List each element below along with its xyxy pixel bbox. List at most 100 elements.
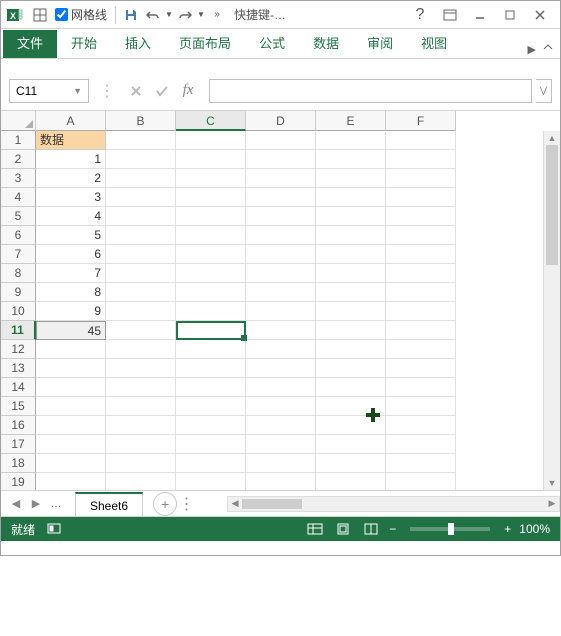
- cell-F10[interactable]: [386, 302, 456, 321]
- cell-D6[interactable]: [246, 226, 316, 245]
- name-box-dropdown-icon[interactable]: ▼: [73, 86, 82, 96]
- cell-F17[interactable]: [386, 435, 456, 454]
- tab-home[interactable]: 开始: [57, 30, 111, 58]
- cell-F16[interactable]: [386, 416, 456, 435]
- cell-B9[interactable]: [106, 283, 176, 302]
- cancel-formula-icon[interactable]: [125, 80, 147, 102]
- help-icon[interactable]: ?: [406, 4, 434, 26]
- cell-C17[interactable]: [176, 435, 246, 454]
- tab-insert[interactable]: 插入: [111, 30, 165, 58]
- cell-F4[interactable]: [386, 188, 456, 207]
- cell-F14[interactable]: [386, 378, 456, 397]
- row-header-4[interactable]: 4: [1, 188, 36, 207]
- cell-D3[interactable]: [246, 169, 316, 188]
- cell-B17[interactable]: [106, 435, 176, 454]
- cell-E3[interactable]: [316, 169, 386, 188]
- cell-C1[interactable]: [176, 131, 246, 150]
- cell-D13[interactable]: [246, 359, 316, 378]
- formula-input[interactable]: [209, 79, 532, 103]
- scroll-up-icon[interactable]: ▲: [544, 131, 560, 145]
- cell-C8[interactable]: [176, 264, 246, 283]
- vscroll-thumb[interactable]: [546, 145, 558, 265]
- cell-D8[interactable]: [246, 264, 316, 283]
- cell-B3[interactable]: [106, 169, 176, 188]
- tab-view[interactable]: 视图: [407, 30, 461, 58]
- cell-F18[interactable]: [386, 454, 456, 473]
- cell-A4[interactable]: 3: [36, 188, 106, 207]
- row-header-13[interactable]: 13: [1, 359, 36, 378]
- cell-F5[interactable]: [386, 207, 456, 226]
- cell-D11[interactable]: [246, 321, 316, 340]
- cell-E5[interactable]: [316, 207, 386, 226]
- cell-D14[interactable]: [246, 378, 316, 397]
- cell-F6[interactable]: [386, 226, 456, 245]
- cell-A11[interactable]: 45: [36, 321, 106, 340]
- fx-icon[interactable]: fx: [177, 80, 199, 102]
- scroll-down-icon[interactable]: ▼: [544, 476, 560, 490]
- cell-B2[interactable]: [106, 150, 176, 169]
- zoom-level[interactable]: 100%: [519, 522, 550, 536]
- tab-file[interactable]: 文件: [3, 30, 57, 58]
- cell-B5[interactable]: [106, 207, 176, 226]
- row-header-15[interactable]: 15: [1, 397, 36, 416]
- cell-D15[interactable]: [246, 397, 316, 416]
- cell-C5[interactable]: [176, 207, 246, 226]
- row-header-14[interactable]: 14: [1, 378, 36, 397]
- cell-A13[interactable]: [36, 359, 106, 378]
- cell-E4[interactable]: [316, 188, 386, 207]
- row-header-9[interactable]: 9: [1, 283, 36, 302]
- cell-C14[interactable]: [176, 378, 246, 397]
- col-header-C[interactable]: C: [176, 111, 246, 131]
- col-header-B[interactable]: B: [106, 111, 176, 131]
- cell-A7[interactable]: 6: [36, 245, 106, 264]
- cell-C6[interactable]: [176, 226, 246, 245]
- cell-C18[interactable]: [176, 454, 246, 473]
- cell-F9[interactable]: [386, 283, 456, 302]
- sheet-nav-next-icon[interactable]: ▶: [27, 495, 45, 513]
- cell-D2[interactable]: [246, 150, 316, 169]
- cell-A19[interactable]: [36, 473, 106, 491]
- cell-B12[interactable]: [106, 340, 176, 359]
- row-header-12[interactable]: 12: [1, 340, 36, 359]
- close-icon[interactable]: [526, 4, 554, 26]
- select-all-corner[interactable]: [1, 111, 36, 131]
- cell-A18[interactable]: [36, 454, 106, 473]
- cell-C11[interactable]: [176, 321, 246, 340]
- row-header-19[interactable]: 19: [1, 473, 36, 491]
- cell-D7[interactable]: [246, 245, 316, 264]
- ribbon-overflow-icon[interactable]: ▶: [528, 43, 536, 56]
- cell-F11[interactable]: [386, 321, 456, 340]
- formula-expand-icon[interactable]: ⋁: [536, 79, 552, 103]
- cell-B6[interactable]: [106, 226, 176, 245]
- cell-D18[interactable]: [246, 454, 316, 473]
- cell-D12[interactable]: [246, 340, 316, 359]
- view-pagebreak-icon[interactable]: [361, 521, 381, 537]
- row-header-8[interactable]: 8: [1, 264, 36, 283]
- cell-C13[interactable]: [176, 359, 246, 378]
- view-pagelayout-icon[interactable]: [333, 521, 353, 537]
- cell-A17[interactable]: [36, 435, 106, 454]
- cell-B13[interactable]: [106, 359, 176, 378]
- tab-data[interactable]: 数据: [299, 30, 353, 58]
- cell-D4[interactable]: [246, 188, 316, 207]
- cell-C7[interactable]: [176, 245, 246, 264]
- cell-E9[interactable]: [316, 283, 386, 302]
- cell-E2[interactable]: [316, 150, 386, 169]
- cell-F3[interactable]: [386, 169, 456, 188]
- col-header-F[interactable]: F: [386, 111, 456, 131]
- cell-D16[interactable]: [246, 416, 316, 435]
- cell-F7[interactable]: [386, 245, 456, 264]
- cell-C9[interactable]: [176, 283, 246, 302]
- row-header-17[interactable]: 17: [1, 435, 36, 454]
- cell-E18[interactable]: [316, 454, 386, 473]
- zoom-out-button[interactable]: −: [389, 522, 396, 536]
- cell-C3[interactable]: [176, 169, 246, 188]
- cell-C2[interactable]: [176, 150, 246, 169]
- cell-B7[interactable]: [106, 245, 176, 264]
- undo-icon[interactable]: [142, 4, 164, 26]
- maximize-icon[interactable]: [496, 4, 524, 26]
- ribbon-display-icon[interactable]: [436, 4, 464, 26]
- cell-A9[interactable]: 8: [36, 283, 106, 302]
- cell-D19[interactable]: [246, 473, 316, 491]
- cell-B4[interactable]: [106, 188, 176, 207]
